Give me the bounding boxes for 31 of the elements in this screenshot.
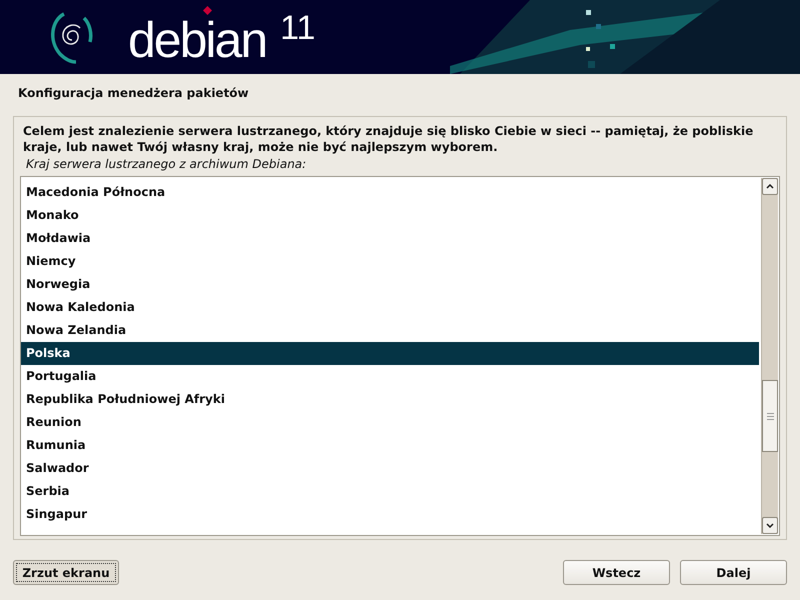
screenshot-button[interactable]: Zrzut ekranu xyxy=(13,560,119,585)
version-text: 11 xyxy=(280,8,316,48)
diamond-icon xyxy=(203,6,212,15)
scroll-thumb[interactable] xyxy=(762,380,778,452)
country-item[interactable]: Republika Południowej Afryki xyxy=(21,388,759,411)
caret-down-icon xyxy=(766,523,774,528)
country-item[interactable]: Niemcy xyxy=(21,250,759,273)
scroll-down-button[interactable] xyxy=(762,517,778,534)
next-button[interactable]: Dalej xyxy=(680,560,787,585)
country-item[interactable]: Portugalia xyxy=(21,365,759,388)
country-item[interactable]: Monako xyxy=(21,204,759,227)
description-text: Celem jest znalezienie serwera lustrzanego, który znajduje się blisko Ciebie w sieci -- pamiętaj, że pobliskie kraje, lub nawet Twój własny kraj, może nie być najlepszym wyborem. xyxy=(23,123,754,155)
country-item[interactable]: Rumunia xyxy=(21,434,759,457)
scrollbar[interactable] xyxy=(761,178,778,534)
swirl-logo-icon xyxy=(50,10,94,66)
back-button[interactable]: Wstecz xyxy=(563,560,670,585)
country-item[interactable]: Nowa Kaledonia xyxy=(21,296,759,319)
country-item[interactable]: Mołdawia xyxy=(21,227,759,250)
page-title: Konfiguracja menedżera pakietów xyxy=(17,85,250,102)
country-item[interactable]: Norwegia xyxy=(21,273,759,296)
list-label: Kraj serwera lustrzanego z archiwum Debiana: xyxy=(26,157,308,171)
country-item[interactable]: Nowa Zelandia xyxy=(21,319,759,342)
country-item[interactable]: Macedonia Północna xyxy=(21,181,759,204)
country-item[interactable]: Singapur xyxy=(21,503,759,526)
country-item[interactable]: Salwador xyxy=(21,457,759,480)
brand-logo-text: debian xyxy=(128,22,266,58)
country-item[interactable]: Polska xyxy=(21,342,759,365)
country-item[interactable]: Serbia xyxy=(21,480,759,503)
scroll-up-button[interactable] xyxy=(762,178,778,195)
country-item[interactable]: Reunion xyxy=(21,411,759,434)
caret-up-icon xyxy=(766,184,774,189)
